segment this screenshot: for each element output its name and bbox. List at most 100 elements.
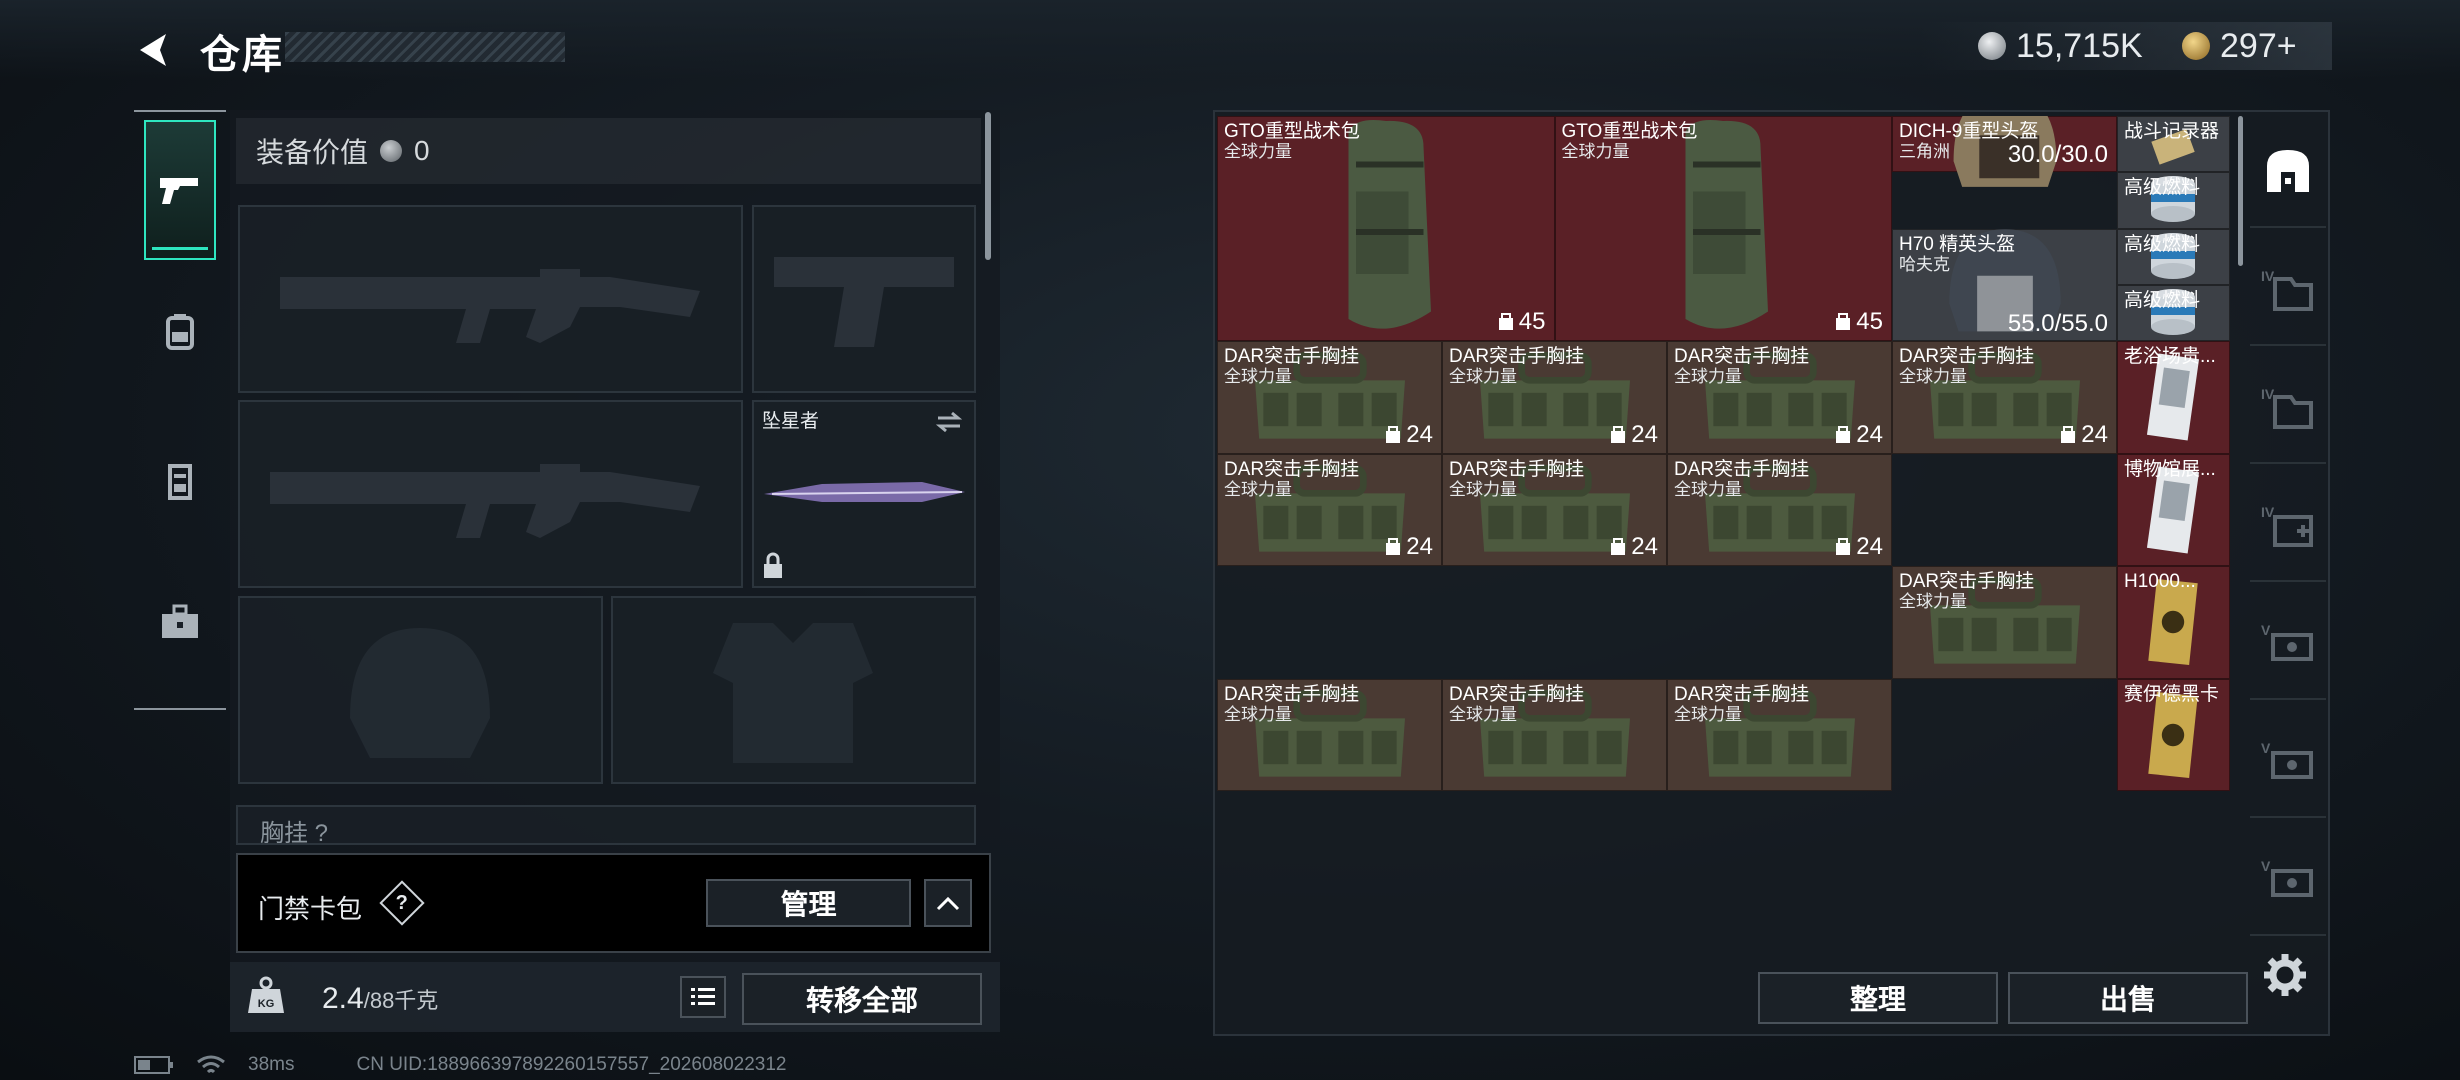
item-origin: 全球力量 <box>1674 704 1742 724</box>
inventory-item[interactable]: GTO重型战术包 全球力量 45 <box>1217 116 1555 341</box>
inventory-item[interactable]: DAR突击手胸挂 全球力量 24 <box>1442 453 1667 566</box>
inventory-item[interactable]: DAR突击手胸挂 全球力量 <box>1442 678 1667 791</box>
page-title: 仓库 <box>200 33 284 77</box>
inventory-item[interactable]: DAR突击手胸挂 全球力量 24 <box>1892 341 2117 454</box>
armor-slot[interactable] <box>611 596 976 784</box>
inventory-item[interactable]: DAR突击手胸挂 全球力量 24 <box>1667 341 1892 454</box>
primary-weapon-slot[interactable] <box>238 205 743 393</box>
inventory-item[interactable]: DICH-9重型头盔 三角洲 30.0/30.0 <box>1892 116 2117 187</box>
item-origin: 哈夫克 <box>1899 254 1950 274</box>
swap-icon[interactable] <box>934 410 964 434</box>
capacity-count: 45 <box>1497 308 1546 336</box>
svg-text:V: V <box>2261 858 2271 874</box>
svg-text:KG: KG <box>258 998 275 1010</box>
capacity-count: 24 <box>2059 421 2108 449</box>
warehouse-iv-add-icon: IV <box>2261 504 2313 547</box>
nav-backpack[interactable] <box>144 262 216 402</box>
gear-icon[interactable] <box>2262 952 2308 998</box>
cash-1-button[interactable]: V <box>2250 588 2326 700</box>
inventory-scrollbar[interactable] <box>2238 116 2243 266</box>
item-name: 战斗记录器 <box>2124 121 2220 142</box>
capacity-icon <box>1836 425 1851 443</box>
inventory-item[interactable]: DAR突击手胸挂 全球力量 <box>1892 566 2117 679</box>
sort-button[interactable]: 整理 <box>1758 972 1998 1024</box>
item-origin: 全球力量 <box>1449 479 1517 499</box>
item-name: DAR突击手胸挂 <box>1899 346 2035 367</box>
currency-gold[interactable]: 297+ <box>2182 24 2297 68</box>
list-icon <box>691 988 715 1005</box>
rifle-silhouette-icon <box>280 269 700 343</box>
nav-weapons[interactable] <box>144 120 216 260</box>
item-name: 高级燃料 <box>2124 289 2201 311</box>
chest-rig-slot[interactable]: 胸挂 ? <box>236 805 976 845</box>
manage-button[interactable]: 管理 <box>706 879 911 927</box>
equipment-value-bar: 装备价值 0 <box>236 118 981 184</box>
ping: 38ms <box>248 1054 295 1075</box>
warehouse-iv-1-button[interactable]: IV <box>2250 234 2326 346</box>
capacity-count: 24 <box>1834 421 1883 449</box>
vest-icon <box>168 464 192 500</box>
durability: 30.0/30.0 <box>2007 141 2108 169</box>
warehouse-iv-2-button[interactable]: IV <box>2250 352 2326 464</box>
inventory-item[interactable]: DAR突击手胸挂 全球力量 24 <box>1217 341 1442 454</box>
expand-button[interactable] <box>924 879 972 927</box>
inventory-item[interactable]: 高级燃料 <box>2117 172 2230 229</box>
item-origin: 三角洲 <box>1899 142 1950 161</box>
silver-coin-icon <box>1978 32 2006 60</box>
backpack-icon <box>1348 119 1431 329</box>
inventory-item[interactable]: DAR突击手胸挂 全球力量 24 <box>1442 341 1667 454</box>
inventory-item[interactable]: GTO重型战术包 全球力量 45 <box>1554 116 1892 341</box>
inventory-item[interactable]: DAR突击手胸挂 全球力量 <box>1217 678 1442 791</box>
svg-text:V: V <box>2261 740 2271 756</box>
item-name: H1000... <box>2124 571 2196 592</box>
melee-slot[interactable]: 坠星者 <box>752 400 976 588</box>
move-all-button[interactable]: 转移全部 <box>742 973 982 1025</box>
currency-silver[interactable]: 15,715K <box>1978 24 2143 68</box>
cash-1-icon: V <box>2261 622 2313 661</box>
item-name: DAR突击手胸挂 <box>1224 683 1360 705</box>
inventory-item[interactable]: 赛伊德黑卡 <box>2117 678 2230 791</box>
helmet-silhouette-icon <box>350 628 490 758</box>
capacity-count: 24 <box>1384 421 1433 449</box>
item-origin: 全球力量 <box>1899 367 1967 386</box>
list-view-button[interactable] <box>680 976 726 1018</box>
sell-button[interactable]: 出售 <box>2008 972 2248 1024</box>
durability: 55.0/55.0 <box>2007 310 2108 337</box>
loadout-scrollbar[interactable] <box>985 112 991 260</box>
melee-name: 坠星者 <box>762 411 820 432</box>
warehouse-iv-add-button[interactable]: IV <box>2250 470 2326 582</box>
left-category-nav <box>134 110 226 710</box>
capacity-icon <box>1498 313 1513 330</box>
inventory-item[interactable]: H1000... <box>2117 566 2230 679</box>
inventory-item[interactable]: DAR突击手胸挂 全球力量 24 <box>1667 453 1892 566</box>
cash-3-button[interactable]: V <box>2250 824 2326 936</box>
inventory-item[interactable]: DAR突击手胸挂 全球力量 24 <box>1217 453 1442 566</box>
safe-button[interactable] <box>2250 116 2326 228</box>
cash-2-button[interactable]: V <box>2250 706 2326 818</box>
capacity-count: 24 <box>1384 533 1433 561</box>
inventory-item[interactable]: 高级燃料 <box>2117 228 2230 285</box>
help-icon[interactable]: ? <box>379 880 425 926</box>
pistol-silhouette-icon <box>774 257 954 347</box>
inventory-item[interactable]: 战斗记录器 <box>2117 116 2230 173</box>
warehouse-iv-2-icon: IV <box>2261 386 2313 429</box>
item-origin: 全球力量 <box>1224 704 1292 724</box>
pistol-slot[interactable] <box>752 205 976 393</box>
item-origin: 全球力量 <box>1224 142 1292 161</box>
inventory-item[interactable]: 高级燃料 <box>2117 284 2230 341</box>
nav-vest[interactable] <box>144 412 216 552</box>
item-name: H70 精英头盔 <box>1899 233 2016 255</box>
nav-case[interactable] <box>144 552 216 692</box>
inventory-item[interactable]: DAR突击手胸挂 全球力量 <box>1667 678 1892 791</box>
secondary-weapon-slot[interactable] <box>238 400 743 588</box>
knife-icon <box>764 482 965 502</box>
capacity-icon <box>1611 538 1626 555</box>
inventory-item[interactable]: 博物馆展... <box>2117 453 2230 566</box>
safe-icon <box>2267 150 2309 192</box>
inventory-item[interactable]: H70 精英头盔 哈夫克 55.0/55.0 <box>1892 228 2117 341</box>
back-arrow-icon[interactable] <box>132 28 176 72</box>
helmet-slot[interactable] <box>238 596 603 784</box>
item-origin: 全球力量 <box>1224 479 1292 499</box>
capacity-count: 45 <box>1834 308 1883 336</box>
inventory-item[interactable]: 老浴场贵... <box>2117 341 2230 454</box>
